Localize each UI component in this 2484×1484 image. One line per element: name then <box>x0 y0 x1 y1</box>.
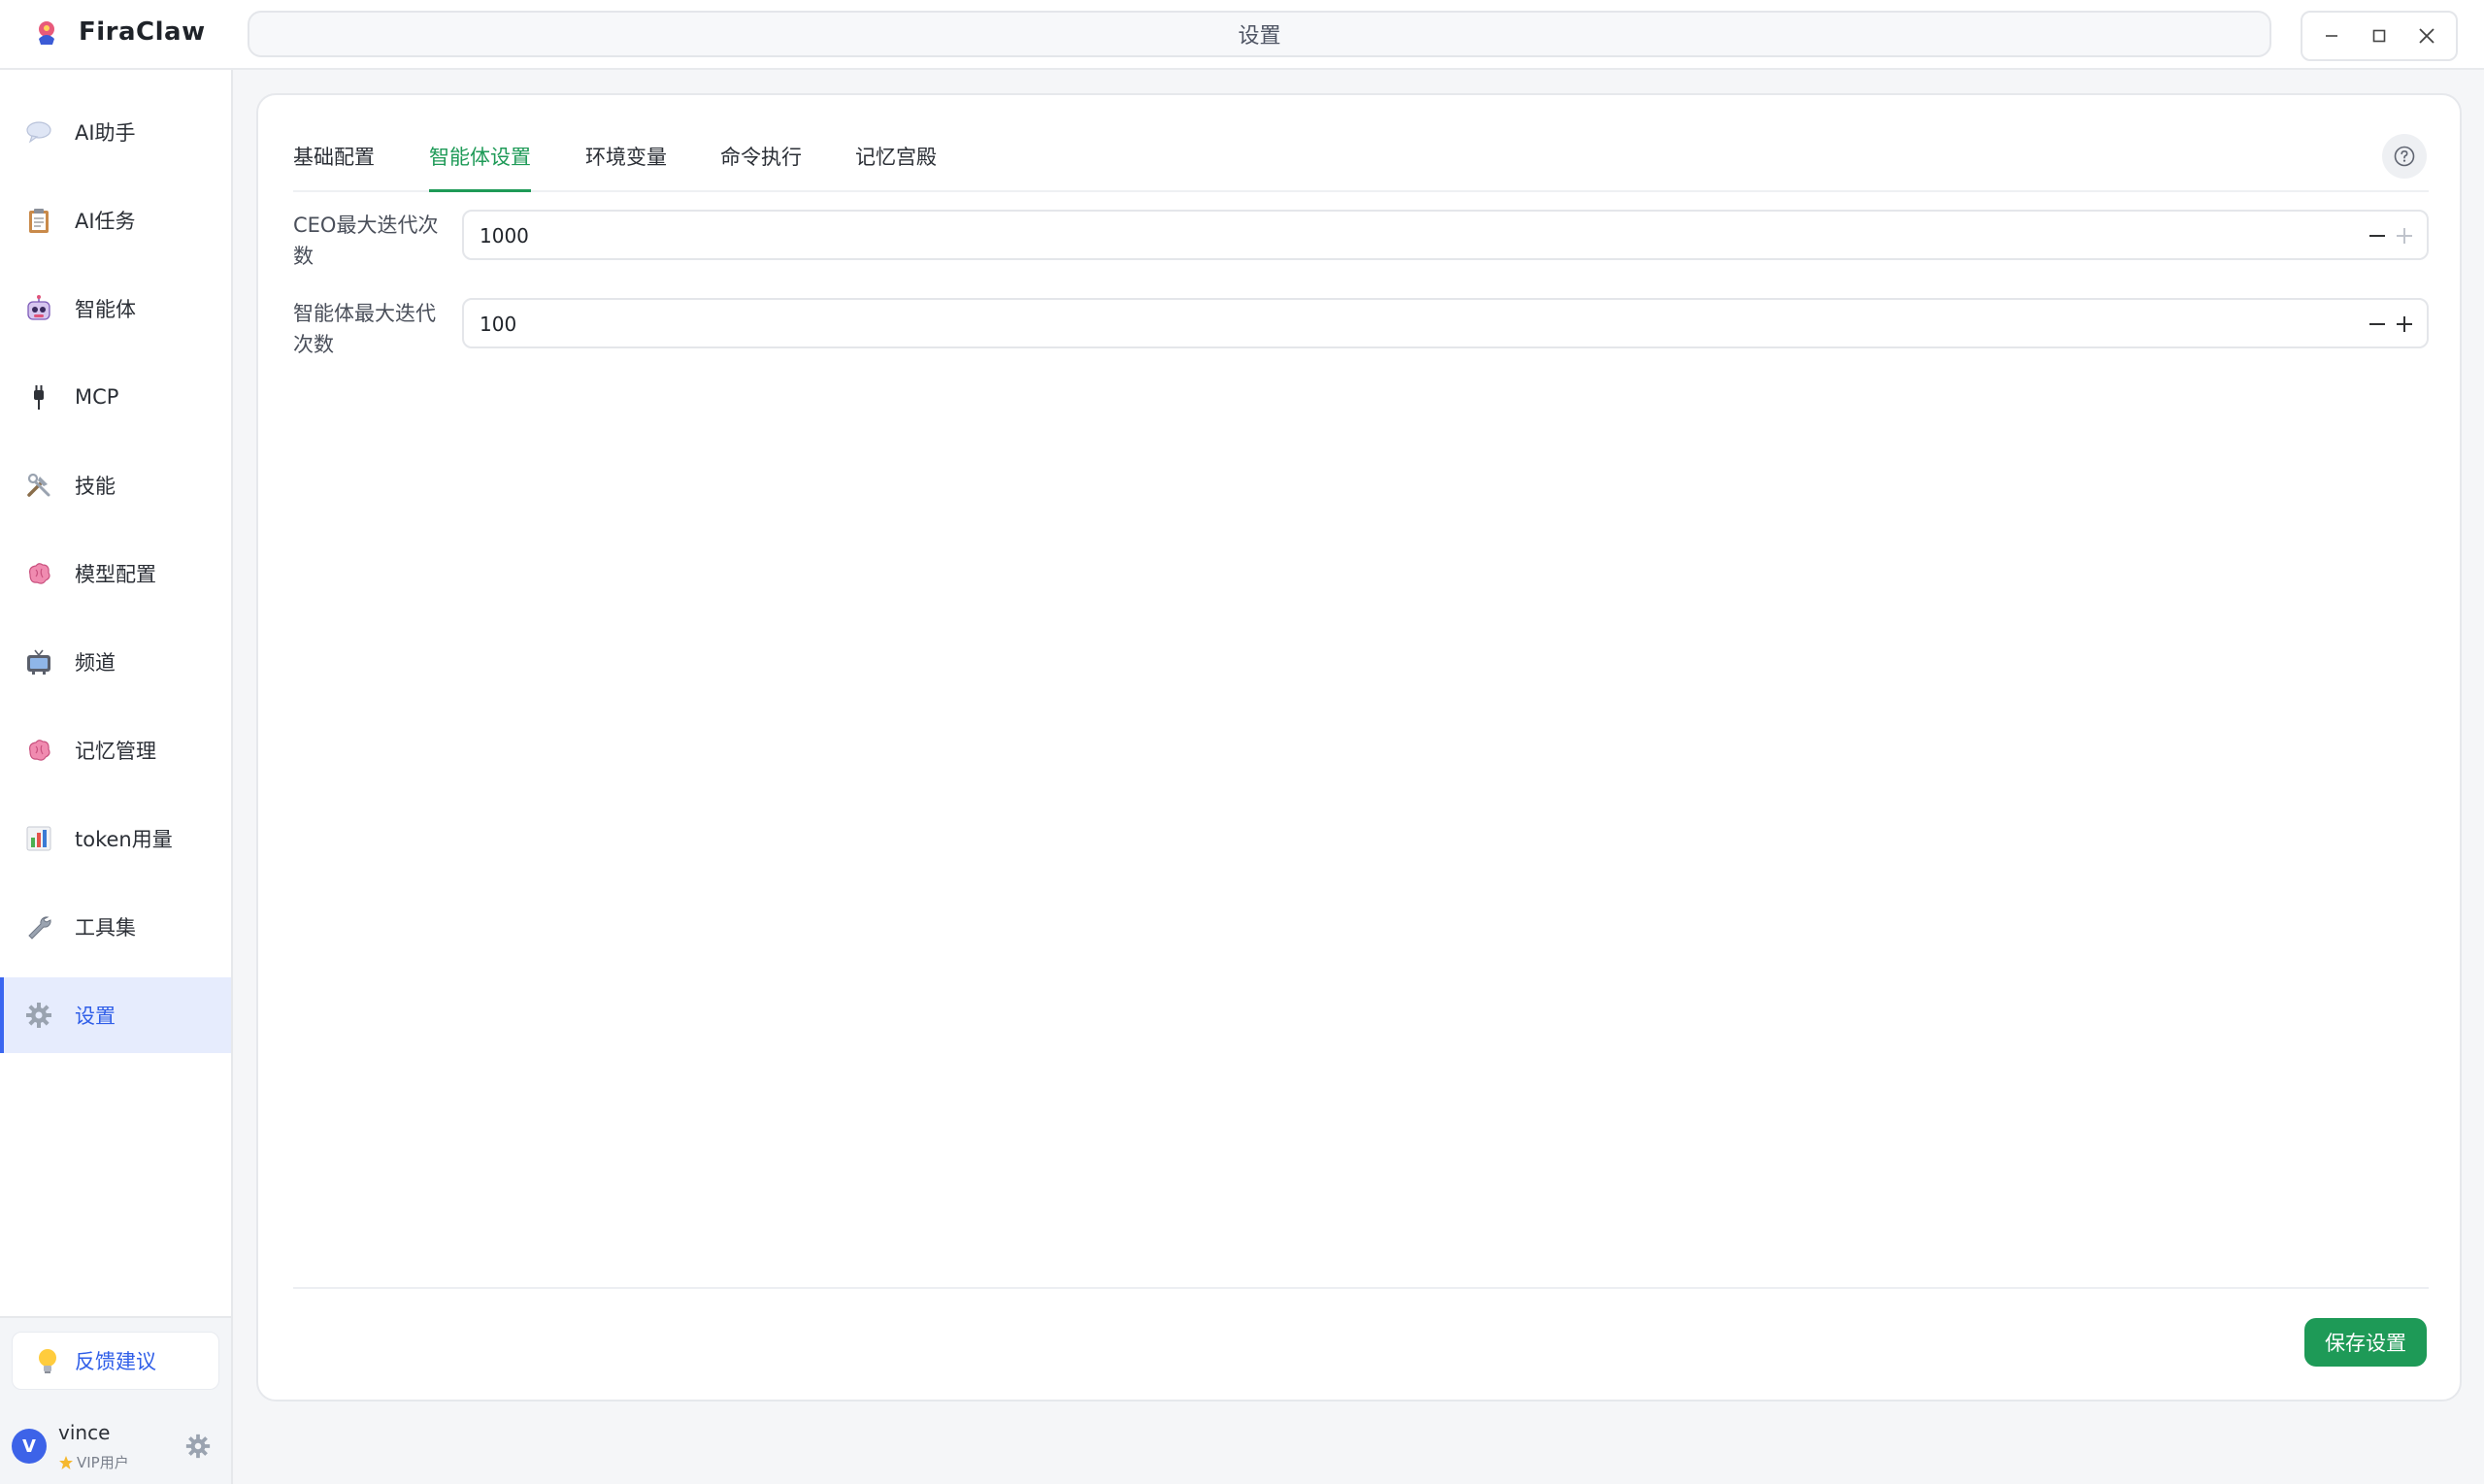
sidebar-item-model-config[interactable]: 模型配置 <box>0 536 231 611</box>
maximize-button[interactable] <box>2362 18 2397 53</box>
vip-label: VIP用户 <box>77 1454 129 1471</box>
wrench-icon <box>23 911 54 942</box>
agent-max-iterations-label: 智能体最大迭代次数 <box>293 302 436 356</box>
maximize-icon <box>2372 29 2386 43</box>
sidebar-item-toolkit[interactable]: 工具集 <box>0 889 231 965</box>
close-button[interactable] <box>2409 18 2444 53</box>
sidebar-item-label: AI任务 <box>75 210 136 233</box>
window-controls <box>2301 11 2458 61</box>
sidebar-item-label: 设置 <box>75 1005 116 1028</box>
sidebar-item-label: 智能体 <box>75 298 136 321</box>
form-row-ceo-max-iterations: CEO最大迭代次数 <box>293 210 2429 287</box>
ceo-max-iterations-input[interactable] <box>480 219 2304 252</box>
star-icon <box>59 1455 73 1469</box>
settings-tabs: 基础配置 智能体设置 环境变量 命令执行 记忆宫殿 <box>293 134 2429 192</box>
tab-agent-settings[interactable]: 智能体设置 <box>429 142 531 192</box>
window-title: 设置 <box>248 11 2271 57</box>
save-settings-button[interactable]: 保存设置 <box>2304 1318 2427 1367</box>
app-logo-icon <box>39 21 54 45</box>
feedback-label: 反馈建议 <box>75 1350 156 1373</box>
minimize-icon <box>2326 35 2338 37</box>
sidebar-item-channels[interactable]: 频道 <box>0 624 231 700</box>
user-settings-gear-icon[interactable] <box>184 1433 212 1460</box>
tools-icon <box>23 470 54 501</box>
brain-icon <box>23 735 54 766</box>
tv-icon <box>23 646 54 677</box>
feedback-button[interactable]: 反馈建议 <box>12 1332 219 1390</box>
increment-icon[interactable] <box>2392 223 2417 248</box>
settings-panel: 基础配置 智能体设置 环境变量 命令执行 记忆宫殿 CEO最大迭代次数 智能体最… <box>256 93 2462 1402</box>
decrement-icon[interactable] <box>2365 223 2390 248</box>
sidebar-item-label: 记忆管理 <box>75 740 156 763</box>
sidebar-item-mcp[interactable]: MCP <box>0 359 231 435</box>
decrement-icon[interactable] <box>2365 312 2390 337</box>
minimize-button[interactable] <box>2314 18 2349 53</box>
tab-basic-config[interactable]: 基础配置 <box>293 142 375 192</box>
sidebar-item-agents[interactable]: 智能体 <box>0 271 231 346</box>
sidebar-item-label: 模型配置 <box>75 563 156 586</box>
gear-icon <box>23 1000 54 1031</box>
sidebar-item-label: token用量 <box>75 828 173 851</box>
sidebar-item-token-usage[interactable]: token用量 <box>0 801 231 876</box>
plug-icon <box>23 381 54 412</box>
sidebar-item-skills[interactable]: 技能 <box>0 447 231 523</box>
sidebar-item-settings[interactable]: 设置 <box>0 977 231 1053</box>
question-circle-icon <box>2394 146 2415 167</box>
avatar: V <box>12 1429 47 1464</box>
vip-badge: VIP用户 <box>58 1452 129 1472</box>
sidebar-item-label: MCP <box>75 385 119 409</box>
clipboard-icon <box>23 205 54 236</box>
ceo-max-iterations-stepper <box>462 210 2429 260</box>
tab-memory-palace[interactable]: 记忆宫殿 <box>855 142 937 192</box>
sidebar-item-label: 技能 <box>75 475 116 498</box>
app-name: FiraClaw <box>79 17 206 47</box>
title-bar: FiraClaw 设置 <box>0 0 2484 70</box>
agent-max-iterations-stepper <box>462 298 2429 348</box>
tab-env-variables[interactable]: 环境变量 <box>585 142 667 192</box>
agent-max-iterations-input[interactable] <box>480 308 2304 341</box>
increment-icon[interactable] <box>2392 312 2417 337</box>
user-name: vince <box>58 1421 111 1444</box>
lightbulb-icon <box>39 1349 56 1373</box>
speech-bubble-icon <box>23 116 54 148</box>
ceo-max-iterations-label: CEO最大迭代次数 <box>293 214 439 268</box>
sidebar-item-memory-management[interactable]: 记忆管理 <box>0 712 231 788</box>
help-button[interactable] <box>2382 134 2427 179</box>
close-icon <box>2419 28 2434 44</box>
sidebar-item-ai-assistant[interactable]: AI助手 <box>0 94 231 170</box>
sidebar-item-label: 工具集 <box>75 916 136 940</box>
sidebar-item-label: 频道 <box>75 651 116 675</box>
tab-command-execution[interactable]: 命令执行 <box>720 142 802 192</box>
sidebar-item-ai-tasks[interactable]: AI任务 <box>0 182 231 258</box>
robot-icon <box>23 293 54 324</box>
sidebar: AI助手 AI任务 智能体 MCP 技能 模型配置 频道 记忆管理 token用… <box>0 70 233 1484</box>
footer-divider <box>293 1287 2429 1289</box>
sidebar-item-label: AI助手 <box>75 121 136 145</box>
brain-icon <box>23 558 54 589</box>
form-row-agent-max-iterations: 智能体最大迭代次数 <box>293 298 2429 376</box>
user-profile[interactable]: V vince VIP用户 <box>0 1407 231 1475</box>
bar-chart-icon <box>23 823 54 854</box>
sidebar-footer: 反馈建议 V vince VIP用户 <box>0 1316 231 1484</box>
